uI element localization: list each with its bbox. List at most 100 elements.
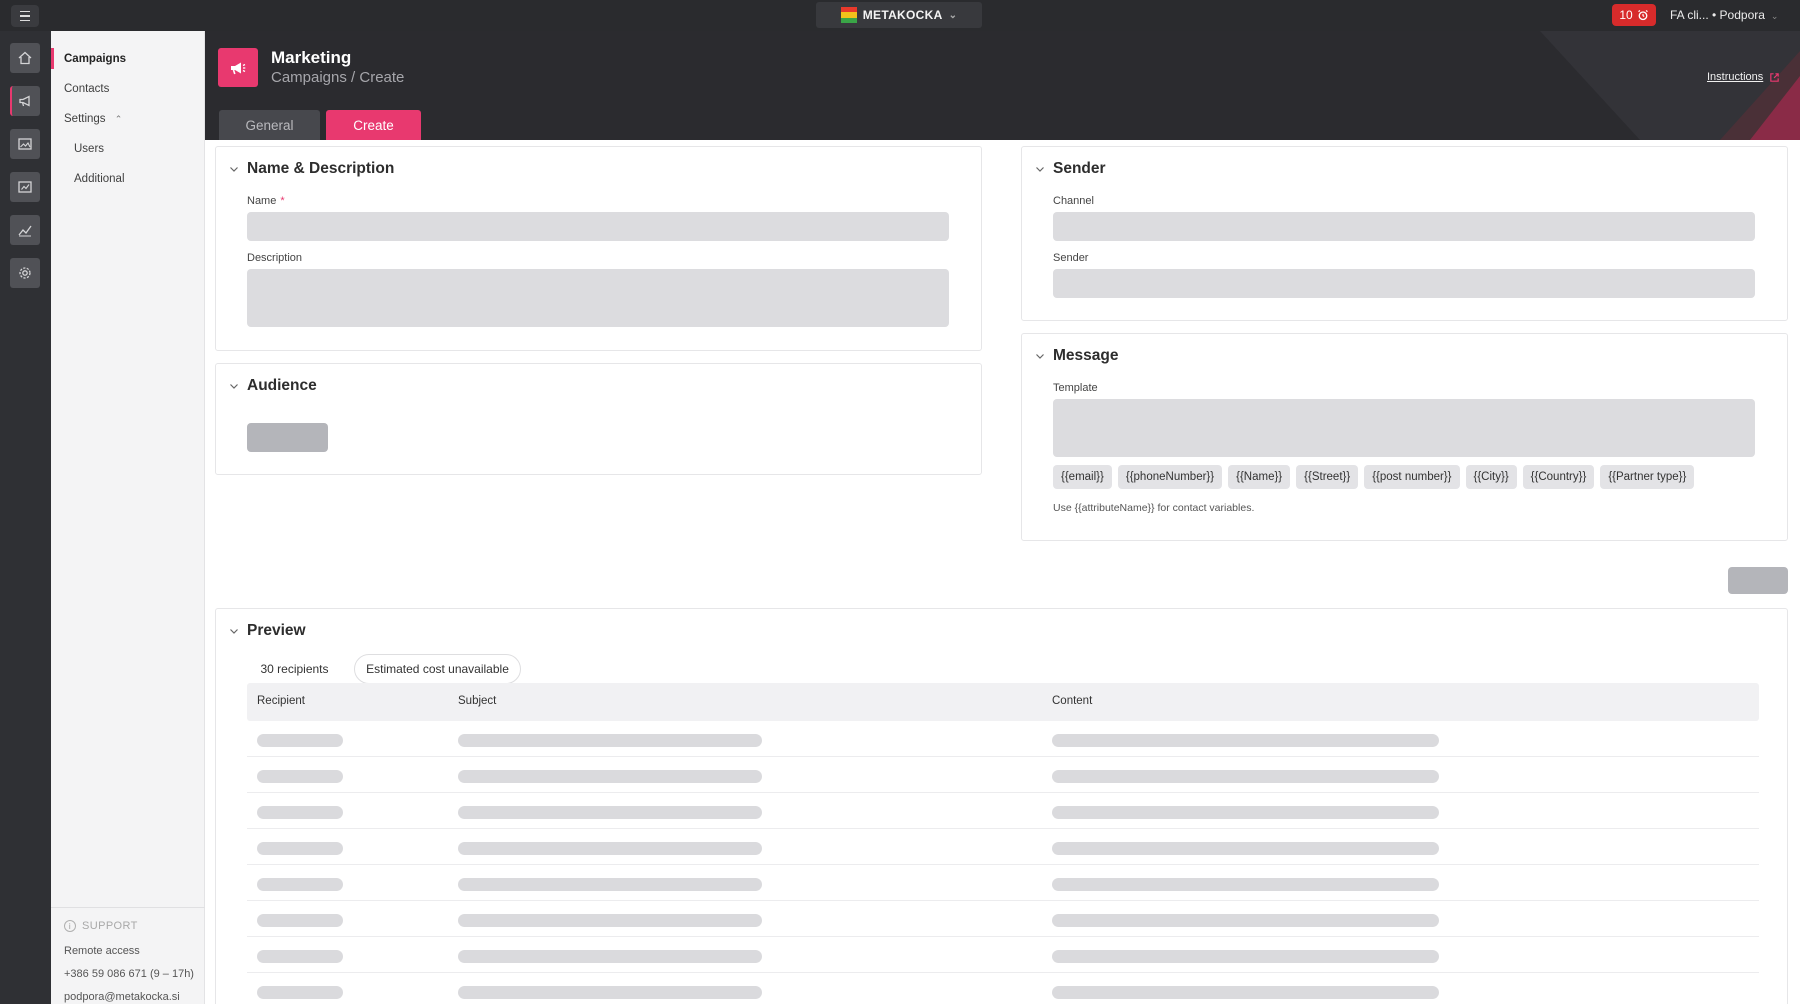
table-row xyxy=(247,793,1759,829)
tab-create[interactable]: Create xyxy=(326,110,421,140)
skeleton-placeholder xyxy=(458,878,762,891)
external-link-icon xyxy=(1770,72,1780,82)
audience-select-button[interactable] xyxy=(247,423,328,452)
support-email[interactable]: podpora@metakocka.si xyxy=(64,991,180,1003)
skeleton-placeholder xyxy=(257,842,343,855)
section-header[interactable]: Name & Description xyxy=(229,160,394,178)
rail-marketing[interactable] xyxy=(10,86,40,116)
support-heading: i SUPPORT xyxy=(64,920,138,932)
preview-table: Recipient Subject Content xyxy=(247,683,1759,1004)
notifications-count: 10 xyxy=(1619,8,1633,22)
preview-panel: Preview 30 recipients Estimated cost una… xyxy=(215,608,1788,1004)
breadcrumb: Campaigns / Create xyxy=(271,69,405,86)
section-header[interactable]: Audience xyxy=(229,377,317,395)
skeleton-placeholder xyxy=(1052,950,1439,963)
chart-icon xyxy=(18,181,32,193)
skeleton-placeholder xyxy=(257,986,343,999)
rail-documents[interactable] xyxy=(10,129,40,159)
skeleton-placeholder xyxy=(458,806,762,819)
instructions-label: Instructions xyxy=(1707,71,1764,83)
channel-label: Channel xyxy=(1053,195,1094,207)
variable-chip[interactable]: {{Partner type}} xyxy=(1600,465,1695,489)
recipients-count: 30 recipients xyxy=(260,662,329,676)
alarm-icon xyxy=(1637,10,1648,21)
skeleton-placeholder xyxy=(257,914,343,927)
account-menu[interactable]: FA cli... • Podpora ⌄ xyxy=(1670,8,1778,22)
table-row xyxy=(247,973,1759,1004)
section-title: Name & Description xyxy=(247,160,395,177)
rail-settings[interactable] xyxy=(10,258,40,288)
notifications-button[interactable]: 10 xyxy=(1612,4,1656,26)
table-body xyxy=(247,721,1759,1004)
variable-chip[interactable]: {{post number}} xyxy=(1364,465,1460,489)
channel-select[interactable] xyxy=(1053,212,1755,241)
chevron-down-icon xyxy=(230,384,238,389)
rail-home[interactable] xyxy=(10,43,40,73)
chevron-down-icon xyxy=(230,167,238,172)
variable-chip[interactable]: {{Name}} xyxy=(1228,465,1291,489)
company-switcher[interactable]: METAKOCKA ⌄ xyxy=(816,2,982,28)
chevron-up-icon: ⌃ xyxy=(114,114,123,124)
rail-analytics[interactable] xyxy=(10,215,40,245)
remote-access-link[interactable]: Remote access xyxy=(64,945,140,957)
skeleton-placeholder xyxy=(458,770,762,783)
skeleton-placeholder xyxy=(458,950,762,963)
message-panel: Message Template {{email}} {{phoneNumber… xyxy=(1021,333,1788,541)
table-row xyxy=(247,865,1759,901)
section-title: Message xyxy=(1053,347,1119,364)
megaphone-icon xyxy=(19,95,30,107)
template-textarea[interactable] xyxy=(1053,399,1755,457)
skeleton-placeholder xyxy=(257,770,343,783)
variable-chip[interactable]: {{Country}} xyxy=(1522,465,1595,489)
variable-chip[interactable]: {{City}} xyxy=(1465,465,1517,489)
skeleton-placeholder xyxy=(458,842,762,855)
page-title: Marketing xyxy=(271,48,352,67)
chevron-down-icon xyxy=(1036,354,1044,359)
name-label-text: Name xyxy=(247,195,277,207)
sender-select[interactable] xyxy=(1053,269,1755,298)
submit-button[interactable] xyxy=(1728,567,1788,594)
tab-general[interactable]: General xyxy=(219,110,320,140)
image-icon xyxy=(18,138,32,150)
skeleton-placeholder xyxy=(458,914,762,927)
skeleton-placeholder xyxy=(1052,770,1439,783)
variable-chip[interactable]: {{email}} xyxy=(1053,465,1112,489)
sidebar-item-campaigns[interactable]: Campaigns xyxy=(64,53,126,65)
company-name: METAKOCKA xyxy=(862,8,943,22)
column-recipient: Recipient xyxy=(257,695,305,707)
instructions-link[interactable]: Instructions xyxy=(1707,71,1780,83)
skeleton-placeholder xyxy=(257,806,343,819)
skeleton-placeholder xyxy=(458,734,762,747)
sidebar-item-label: Settings xyxy=(64,113,106,125)
variable-chip[interactable]: {{Street}} xyxy=(1296,465,1359,489)
header-decoration xyxy=(1540,31,1800,140)
megaphone-icon xyxy=(231,62,246,74)
analytics-icon xyxy=(18,225,32,237)
support-phone: +386 59 086 671 (9 – 17h) xyxy=(64,968,194,980)
section-title: Audience xyxy=(247,377,317,394)
section-header[interactable]: Sender xyxy=(1035,160,1106,178)
description-textarea[interactable] xyxy=(247,269,949,327)
column-subject: Subject xyxy=(458,695,497,707)
section-header[interactable]: Preview xyxy=(229,622,306,640)
description-label: Description xyxy=(247,252,303,264)
app-rail xyxy=(0,31,51,1004)
menu-icon[interactable] xyxy=(11,5,39,27)
table-header: Recipient Subject Content xyxy=(247,683,1759,721)
name-input[interactable] xyxy=(247,212,949,241)
audience-panel: Audience xyxy=(215,363,982,475)
table-row xyxy=(247,901,1759,937)
home-icon xyxy=(18,51,32,65)
sidebar-item-additional[interactable]: Additional xyxy=(74,173,125,185)
variable-chip[interactable]: {{phoneNumber}} xyxy=(1117,465,1223,489)
chevron-down-icon xyxy=(1036,167,1044,172)
template-label: Template xyxy=(1053,382,1098,394)
info-icon: i xyxy=(64,920,76,932)
rail-reports[interactable] xyxy=(10,172,40,202)
section-header[interactable]: Message xyxy=(1035,347,1118,365)
sidebar-item-contacts[interactable]: Contacts xyxy=(64,83,109,95)
sidebar-item-settings[interactable]: Settings ⌃ xyxy=(64,113,122,125)
chevron-down-icon xyxy=(230,629,238,634)
sidebar-item-users[interactable]: Users xyxy=(74,143,104,155)
skeleton-placeholder xyxy=(1052,842,1439,855)
